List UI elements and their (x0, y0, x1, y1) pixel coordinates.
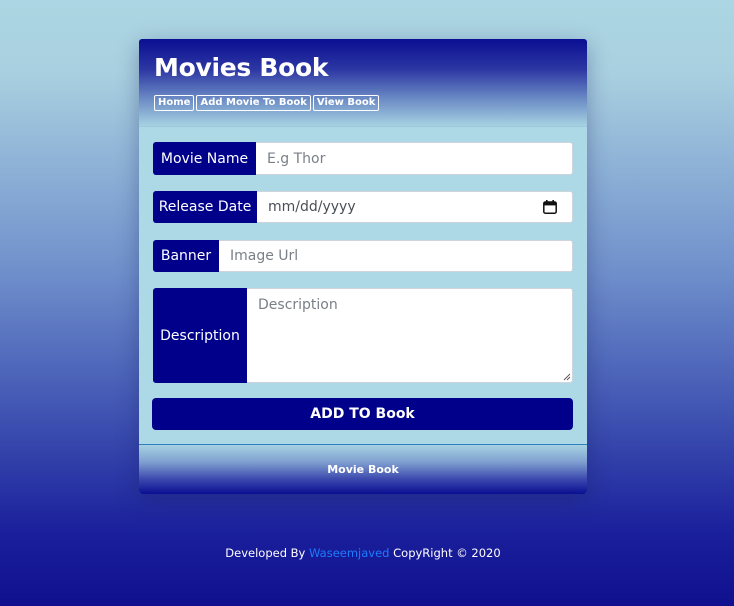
credit-prefix: Developed By (225, 546, 306, 560)
description-group: Description (153, 288, 573, 383)
description-textarea[interactable] (247, 288, 573, 383)
add-to-book-button[interactable]: ADD TO Book (152, 398, 573, 430)
description-label: Description (153, 288, 247, 383)
card-footer: Movie Book (139, 444, 587, 494)
page-title: Movies Book (154, 53, 329, 82)
nav-home-button[interactable]: Home (154, 95, 195, 111)
nav-add-movie-button[interactable]: Add Movie To Book (196, 95, 311, 111)
banner-label: Banner (153, 240, 219, 272)
movie-name-label: Movie Name (153, 142, 256, 175)
release-date-value: mm/dd/yyyy (268, 199, 356, 215)
release-date-label: Release Date (153, 191, 257, 223)
release-date-group: Release Date mm/dd/yyyy (153, 191, 573, 223)
footer-title: Movie Book (327, 463, 399, 476)
banner-group: Banner (153, 240, 573, 272)
movie-name-input[interactable] (256, 142, 573, 175)
credit-suffix: CopyRight © 2020 (393, 546, 501, 560)
card-header: Movies Book Home Add Movie To Book View … (139, 39, 587, 127)
movie-name-group: Movie Name (153, 142, 573, 175)
release-date-input[interactable]: mm/dd/yyyy (257, 191, 573, 223)
author-link[interactable]: Waseemjaved (309, 546, 389, 560)
nav-bar: Home Add Movie To Book View Book (154, 95, 380, 111)
banner-input[interactable] (219, 240, 573, 272)
description-wrapper (247, 288, 573, 383)
nav-view-book-button[interactable]: View Book (312, 95, 380, 111)
credit-line: Developed By Waseemjaved CopyRight © 202… (0, 546, 726, 560)
movie-form-card: Movies Book Home Add Movie To Book View … (139, 39, 587, 494)
calendar-icon[interactable] (543, 200, 557, 214)
resize-handle-icon[interactable] (563, 373, 571, 381)
